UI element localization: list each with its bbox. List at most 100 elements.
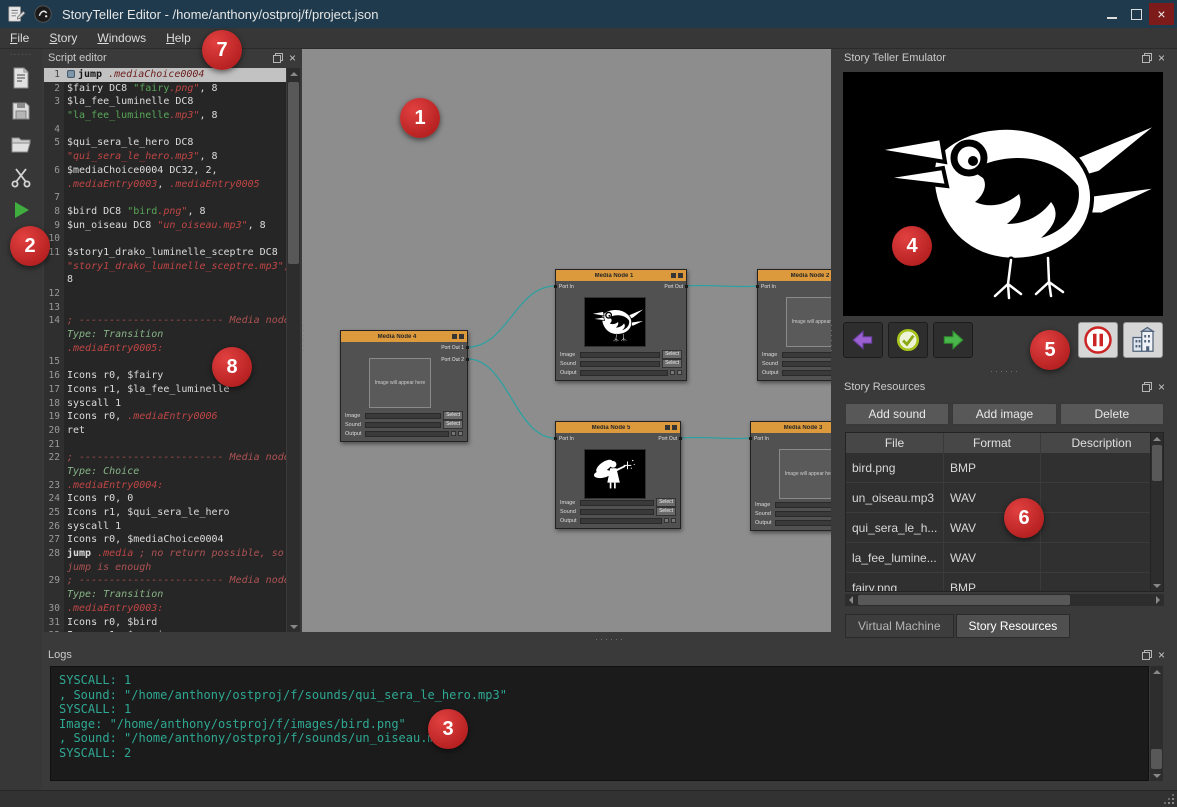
logs-content[interactable]: SYSCALL: 1, Sound: "/home/anthony/ostpro… bbox=[50, 666, 1149, 781]
node-close-icon[interactable] bbox=[672, 425, 677, 430]
float-dock-icon[interactable] bbox=[273, 53, 283, 63]
code-line[interactable]: 13 bbox=[44, 301, 286, 315]
node-header[interactable]: Media Node 3 bbox=[751, 422, 831, 433]
graph-node[interactable]: Media Node 4 Image will appear here Imag… bbox=[340, 330, 468, 442]
node-header[interactable]: Media Node 1 bbox=[556, 270, 686, 281]
port-out[interactable]: Port Out bbox=[664, 284, 683, 290]
code-line[interactable]: 5$qui_sera_le_hero DC8 bbox=[44, 136, 286, 150]
node-select-button[interactable]: Select bbox=[443, 411, 463, 420]
title-bar[interactable]: StoryTeller Editor - /home/anthony/ostpr… bbox=[0, 0, 1177, 28]
port-out[interactable]: Port Out bbox=[658, 436, 677, 442]
port-in[interactable]: Port In bbox=[559, 436, 574, 442]
column-header-format[interactable]: Format bbox=[944, 433, 1041, 453]
splitter-handle[interactable]: ······ bbox=[585, 635, 635, 643]
node-select-button[interactable]: Select bbox=[656, 507, 676, 516]
node-close-icon[interactable] bbox=[678, 273, 683, 278]
port-in[interactable]: Port In bbox=[559, 284, 574, 290]
code-line[interactable]: 7 bbox=[44, 191, 286, 205]
maximize-button[interactable] bbox=[1124, 3, 1149, 25]
code-line[interactable]: 20ret bbox=[44, 424, 286, 438]
table-row[interactable]: un_oiseau.mp3WAV bbox=[846, 483, 1163, 513]
code-line[interactable]: .mediaEntry0005: bbox=[44, 342, 286, 356]
run-button[interactable] bbox=[6, 196, 36, 224]
open-button[interactable] bbox=[6, 130, 36, 158]
script-editor-dock-title[interactable]: Script editor × bbox=[42, 49, 302, 67]
table-row[interactable]: bird.pngBMP bbox=[846, 453, 1163, 483]
node-graph-canvas[interactable]: Media Node 4 Image will appear here Imag… bbox=[302, 49, 831, 632]
code-line[interactable]: Type: Choice bbox=[44, 465, 286, 479]
resources-dock-title[interactable]: Story Resources × bbox=[838, 378, 1171, 396]
close-dock-icon[interactable]: × bbox=[1158, 53, 1165, 63]
scroll-left-icon[interactable] bbox=[845, 594, 857, 606]
close-dock-icon[interactable]: × bbox=[1158, 650, 1165, 660]
table-horizontal-scrollbar[interactable] bbox=[845, 594, 1164, 606]
node-select-button[interactable]: Select bbox=[662, 350, 682, 359]
node-output-icon[interactable] bbox=[664, 518, 669, 523]
node-header[interactable]: Media Node 2 bbox=[758, 270, 831, 281]
node-output-icon[interactable] bbox=[670, 370, 675, 375]
port-in[interactable]: Port In bbox=[761, 284, 776, 290]
code-line[interactable]: 25Icons r1, $qui_sera_le_hero bbox=[44, 506, 286, 520]
graph-node[interactable]: Media Node 1 ImageSelectSoundSelectOutpu… bbox=[555, 269, 687, 381]
scroll-up-icon[interactable] bbox=[287, 68, 300, 79]
node-select-button[interactable]: Select bbox=[662, 359, 682, 368]
node-close-icon[interactable] bbox=[459, 334, 464, 339]
code-line[interactable]: 29; ------------------------ Media node bbox=[44, 574, 286, 588]
tab-virtual-machine[interactable]: Virtual Machine bbox=[845, 614, 954, 638]
code-line[interactable]: 28jump .media ; no return possible, so a bbox=[44, 547, 286, 561]
code-line[interactable]: 17Icons r1, $la_fee_luminelle bbox=[44, 383, 286, 397]
toolbar-drag-handle[interactable]: ······ bbox=[10, 52, 32, 58]
splitter-handle[interactable]: ······ bbox=[985, 367, 1025, 375]
code-line[interactable]: 11$story1_drako_luminelle_sceptre DC8 bbox=[44, 246, 286, 260]
emulator-dock-title[interactable]: Story Teller Emulator × bbox=[838, 49, 1171, 67]
tab-story-resources[interactable]: Story Resources bbox=[956, 614, 1071, 638]
splitter-handle[interactable]: ······ bbox=[300, 319, 308, 359]
script-editor-content[interactable]: 1jump .mediaChoice00042$fairy DC8 "fairy… bbox=[44, 68, 286, 632]
pause-button[interactable] bbox=[1078, 322, 1118, 358]
column-header-description[interactable]: Description bbox=[1041, 433, 1163, 453]
code-line[interactable]: 4 bbox=[44, 123, 286, 137]
logs-dock-title[interactable]: Logs × bbox=[42, 646, 1171, 664]
code-line[interactable]: 8 bbox=[44, 273, 286, 287]
add-sound-button[interactable]: Add sound bbox=[845, 403, 949, 425]
code-line[interactable]: 23.mediaEntry0004: bbox=[44, 479, 286, 493]
node-select-button[interactable]: Select bbox=[443, 420, 463, 429]
code-line[interactable]: 31Icons r0, $bird bbox=[44, 616, 286, 630]
scrollbar-thumb[interactable] bbox=[288, 82, 299, 264]
code-line[interactable]: 19Icons r0, .mediaEntry0006 bbox=[44, 410, 286, 424]
menu-item-story[interactable]: Story bbox=[39, 29, 87, 47]
close-dock-icon[interactable]: × bbox=[289, 53, 296, 63]
table-vertical-scrollbar[interactable] bbox=[1150, 433, 1163, 591]
code-line[interactable]: "story1_drako_luminelle_sceptre.mp3", bbox=[44, 260, 286, 274]
code-line[interactable]: 2$fairy DC8 "fairy.png", 8 bbox=[44, 82, 286, 96]
float-dock-icon[interactable] bbox=[1142, 382, 1152, 392]
port-out[interactable]: Port Out 1 bbox=[441, 345, 464, 351]
code-line[interactable]: 30.mediaEntry0003: bbox=[44, 602, 286, 616]
forward-button[interactable] bbox=[933, 322, 973, 358]
code-line[interactable]: 21 bbox=[44, 438, 286, 452]
code-line[interactable]: 32Icons r1, $un_oiseau bbox=[44, 629, 286, 632]
save-button[interactable] bbox=[6, 97, 36, 125]
back-button[interactable] bbox=[843, 322, 883, 358]
validate-button[interactable] bbox=[888, 322, 928, 358]
table-row[interactable]: la_fee_lumine...WAV bbox=[846, 543, 1163, 573]
scrollbar-thumb[interactable] bbox=[858, 595, 1070, 605]
column-header-file[interactable]: File bbox=[846, 433, 944, 453]
node-header[interactable]: Media Node 5 bbox=[556, 422, 680, 433]
code-line[interactable]: 24Icons r0, 0 bbox=[44, 492, 286, 506]
port-in[interactable]: Port In bbox=[754, 436, 769, 442]
node-output-icon[interactable] bbox=[671, 518, 676, 523]
code-line[interactable]: 18syscall 1 bbox=[44, 397, 286, 411]
float-dock-icon[interactable] bbox=[1142, 650, 1152, 660]
splitter-handle[interactable]: ······ bbox=[828, 319, 836, 359]
node-output-icon[interactable] bbox=[677, 370, 682, 375]
node-header[interactable]: Media Node 4 bbox=[341, 331, 467, 342]
node-minimize-icon[interactable] bbox=[665, 425, 670, 430]
node-output-icon[interactable] bbox=[451, 431, 456, 436]
node-minimize-icon[interactable] bbox=[671, 273, 676, 278]
minimize-button[interactable] bbox=[1099, 3, 1124, 25]
table-row[interactable]: fairy.pngBMP bbox=[846, 573, 1163, 592]
scroll-up-icon[interactable] bbox=[1151, 433, 1163, 444]
code-line[interactable]: 26syscall 1 bbox=[44, 520, 286, 534]
add-image-button[interactable]: Add image bbox=[952, 403, 1056, 425]
